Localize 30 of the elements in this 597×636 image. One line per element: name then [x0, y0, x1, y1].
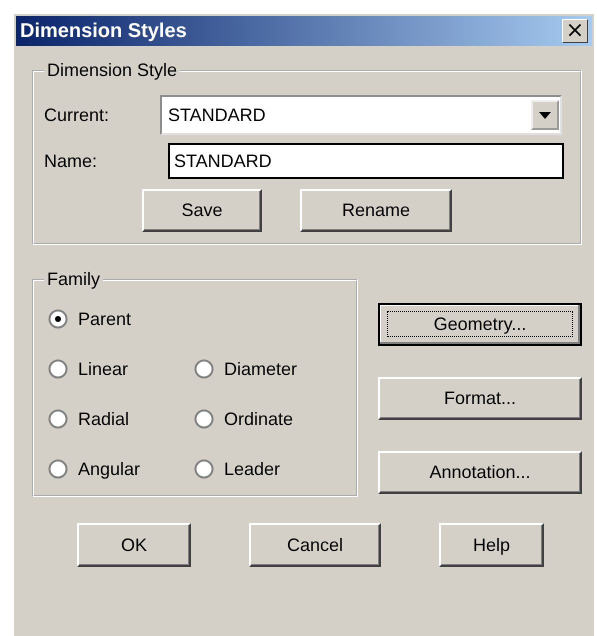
radio-label[interactable]: Radial	[78, 408, 130, 430]
radio-label[interactable]: Leader	[224, 458, 280, 480]
radio-button[interactable]	[194, 359, 214, 379]
radio-label[interactable]: Parent	[78, 308, 132, 330]
dialog-button[interactable]: Save	[142, 189, 262, 232]
field-label: Current:	[44, 104, 110, 126]
radio-button[interactable]	[194, 409, 214, 429]
radio-label[interactable]: Ordinate	[224, 408, 294, 430]
window-title: Dimension Styles	[20, 20, 187, 42]
radio-button[interactable]	[48, 459, 68, 479]
radio-button[interactable]	[48, 409, 68, 429]
dialog-button[interactable]: Help	[439, 523, 544, 567]
group-title: Family	[46, 269, 101, 290]
radio-label[interactable]: Angular	[78, 458, 140, 480]
dialog-button[interactable]: Format...	[378, 377, 582, 420]
radio-label[interactable]: Linear	[78, 358, 128, 380]
close-button[interactable]: ×	[562, 19, 588, 43]
radio-button[interactable]	[194, 459, 214, 479]
dialog-button[interactable]: Geometry...	[378, 303, 582, 346]
group-title: Dimension Style	[46, 60, 178, 81]
dialog-button[interactable]: Rename	[300, 189, 452, 232]
dialog-button[interactable]: OK	[77, 523, 191, 567]
radio-label[interactable]: Diameter	[224, 358, 298, 380]
radio-button[interactable]	[48, 359, 68, 379]
radio-button[interactable]	[48, 309, 68, 329]
name-field[interactable]: STANDARD	[168, 143, 564, 179]
current-dropdown[interactable]: STANDARD	[160, 95, 562, 135]
field-label: Name:	[44, 150, 98, 172]
dialog-button[interactable]: Annotation...	[378, 451, 582, 494]
dialog-button[interactable]: Cancel	[249, 523, 381, 567]
